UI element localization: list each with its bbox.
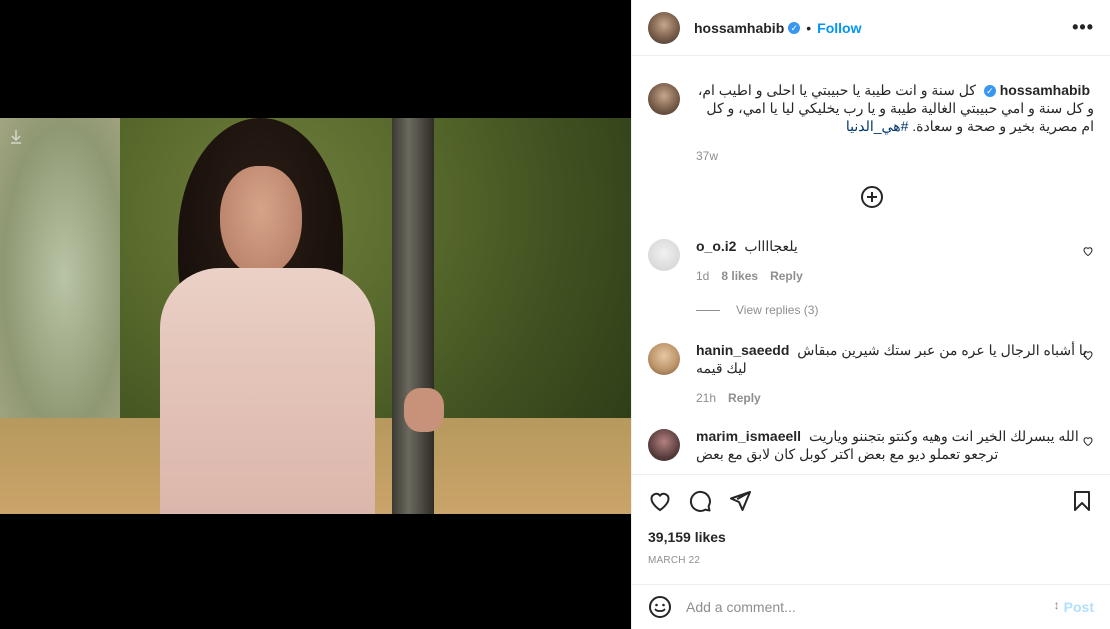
view-replies-line [696, 309, 720, 311]
like-heart-icon[interactable] [648, 489, 672, 513]
add-comment-input[interactable] [686, 599, 1064, 615]
comment-row: o_o.i2 يلعجااااب 1d 8 likes Reply [648, 237, 1094, 285]
comment-body: marim_ismaeell الله يبسرلك الخير انت وهي… [696, 427, 1094, 463]
follow-button[interactable]: Follow [817, 20, 861, 36]
save-bookmark-icon[interactable] [1070, 489, 1094, 513]
share-paper-plane-icon[interactable] [728, 489, 752, 513]
view-replies-label[interactable]: View replies (3) [736, 303, 818, 317]
comment-time[interactable]: 1d [696, 267, 709, 285]
caption-avatar[interactable] [648, 83, 680, 115]
separator-dot: • [806, 19, 812, 36]
post-actions: 39,159 likes MARCH 22 [632, 474, 1110, 584]
verified-badge-icon: ✓ [788, 21, 801, 34]
photo-pole [392, 118, 434, 514]
comment-meta: 1d 8 likes Reply [696, 267, 1094, 285]
download-icon [10, 130, 24, 146]
comment-body: hanin_saeedd يا أشباه الرجال يا عره من ع… [696, 341, 1094, 407]
comment-bubble-icon[interactable] [688, 489, 712, 513]
emoji-smiley-icon[interactable] [648, 595, 672, 619]
post-sidebar: hossamhabib ✓ • Follow ••• hossamhabib ✓… [631, 0, 1110, 629]
comment-username[interactable]: marim_ismaeell [696, 428, 801, 444]
comment-row: marim_ismaeell الله يبسرلك الخير انت وهي… [648, 427, 1094, 463]
caption-time[interactable]: 37w [696, 147, 718, 165]
comment-likes[interactable]: 8 likes [721, 267, 758, 285]
caption-text-block: hossamhabib ✓ كل سنة و انت طيبة يا حبيبت… [696, 81, 1094, 135]
author-username[interactable]: hossamhabib [694, 20, 784, 36]
comment-time[interactable]: 21h [696, 389, 716, 407]
like-comment-heart-icon[interactable] [1082, 435, 1094, 447]
like-comment-heart-icon[interactable] [1082, 349, 1094, 361]
commenter-avatar[interactable] [648, 343, 680, 375]
post-header: hossamhabib ✓ • Follow ••• [632, 0, 1110, 56]
likes-count[interactable]: 39,159 likes [648, 529, 726, 545]
comment-reply-button[interactable]: Reply [770, 267, 803, 285]
text-cursor-icon: ↕ [1053, 598, 1060, 612]
caption-meta: 37w [696, 147, 1094, 165]
caption-body: hossamhabib ✓ كل سنة و انت طيبة يا حبيبت… [696, 81, 1094, 165]
like-comment-heart-icon[interactable] [1082, 245, 1094, 257]
comments-section[interactable]: hossamhabib ✓ كل سنة و انت طيبة يا حبيبت… [632, 57, 1110, 474]
author-avatar[interactable] [648, 11, 680, 44]
load-more-comments-icon[interactable] [860, 185, 884, 209]
add-comment-bar: ↕ Post [632, 584, 1110, 629]
post-media[interactable] [0, 0, 631, 629]
comment-reply-button[interactable]: Reply [728, 389, 761, 407]
photo-person-face [220, 166, 302, 276]
comment-meta: 21h Reply [696, 389, 1094, 407]
caption-hashtag[interactable]: #هي_الدنيا [846, 118, 909, 134]
commenter-avatar[interactable] [648, 239, 680, 271]
photo-person-hand [404, 388, 444, 432]
post-comment-button[interactable]: ↕ Post [1054, 598, 1094, 615]
comment-row: hanin_saeedd يا أشباه الرجال يا عره من ع… [648, 341, 1094, 407]
caption-username[interactable]: hossamhabib [1000, 82, 1090, 98]
comment-username[interactable]: o_o.i2 [696, 238, 736, 254]
view-replies-button[interactable]: View replies (3) [696, 303, 818, 317]
action-icons [648, 489, 1094, 513]
comment-username[interactable]: hanin_saeedd [696, 342, 789, 358]
caption-row: hossamhabib ✓ كل سنة و انت طيبة يا حبيبت… [648, 81, 1094, 165]
commenter-avatar[interactable] [648, 429, 680, 461]
verified-badge-icon: ✓ [983, 85, 996, 98]
post-date[interactable]: MARCH 22 [648, 555, 700, 566]
photo-person-dress [160, 268, 375, 514]
comment-body: o_o.i2 يلعجااااب 1d 8 likes Reply [696, 237, 1094, 285]
post-photo [0, 118, 631, 514]
more-options-icon[interactable]: ••• [1072, 17, 1094, 38]
post-comment-label: Post [1063, 599, 1094, 615]
comment-text: يلعجااااب [744, 238, 798, 254]
